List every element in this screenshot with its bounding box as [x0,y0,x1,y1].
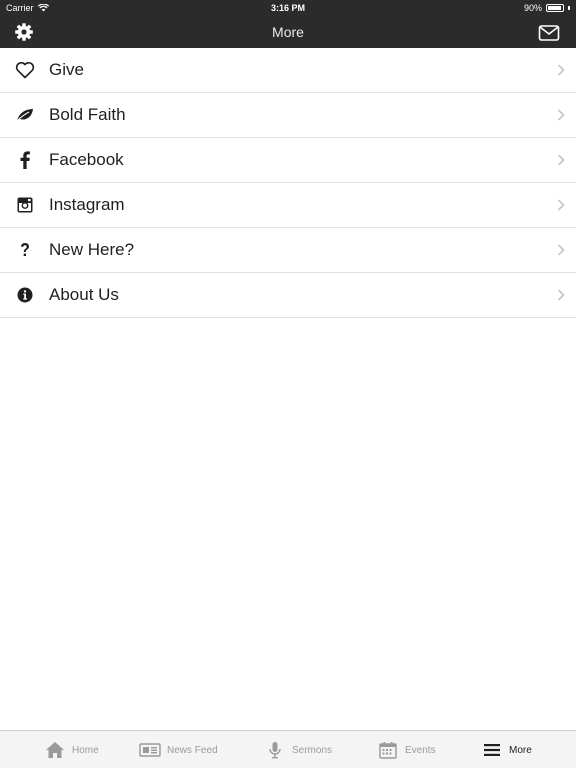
tab-label: News Feed [167,744,218,756]
tab-news-feed[interactable]: News Feed [139,731,218,768]
menu-item-label: Bold Faith [49,105,126,124]
facebook-icon [14,150,36,170]
tab-label: Sermons [292,744,333,756]
menu-item-label: Instagram [49,195,125,214]
battery-percent: 90% [523,3,542,13]
chevron-right-icon [557,154,565,166]
nav-bar: More [0,16,576,48]
menu-item-facebook[interactable]: Facebook [0,138,576,183]
chevron-right-icon [557,289,565,301]
heart-icon [14,60,36,80]
tab-home[interactable]: Home [44,731,99,768]
more-menu-list: Give Bold Faith Facebook Instagram New H… [0,48,576,318]
menu-item-give[interactable]: Give [0,48,576,93]
status-time: 3:16 PM [270,3,305,13]
mail-icon [538,25,560,41]
menu-item-label: New Here? [49,240,135,259]
messages-button[interactable] [538,24,560,42]
page-title: More [272,24,304,40]
tab-more[interactable]: More [481,731,532,768]
microphone-icon [264,740,286,760]
menu-item-new-here[interactable]: New Here? [0,228,576,273]
battery-icon [546,4,564,12]
info-icon [14,285,36,305]
question-icon [14,240,36,260]
home-icon [44,740,66,760]
menu-item-label: Facebook [49,150,124,169]
menu-item-instagram[interactable]: Instagram [0,183,576,228]
menu-item-label: About Us [49,285,119,304]
chevron-right-icon [557,109,565,121]
newspaper-icon [139,740,161,760]
top-bar: Carrier 3:16 PM 90% More [0,0,576,48]
menu-item-bold-faith[interactable]: Bold Faith [0,93,576,138]
status-bar: Carrier 3:16 PM 90% [0,0,576,16]
calendar-icon [377,740,399,760]
instagram-icon [14,195,36,215]
battery-indicator: 90% [524,3,570,13]
menu-item-label: Give [49,60,84,79]
tab-sermons[interactable]: Sermons [264,731,332,768]
tab-label: More [509,744,532,756]
leaf-icon [14,105,36,125]
menu-icon [481,740,503,760]
chevron-right-icon [557,244,565,256]
tab-label: Events [405,744,436,756]
chevron-right-icon [557,64,565,76]
tab-events[interactable]: Events [377,731,436,768]
tab-bar: Home News Feed Sermons Events More [0,730,576,768]
menu-item-about-us[interactable]: About Us [0,273,576,318]
chevron-right-icon [557,199,565,211]
tab-label: Home [72,744,99,756]
